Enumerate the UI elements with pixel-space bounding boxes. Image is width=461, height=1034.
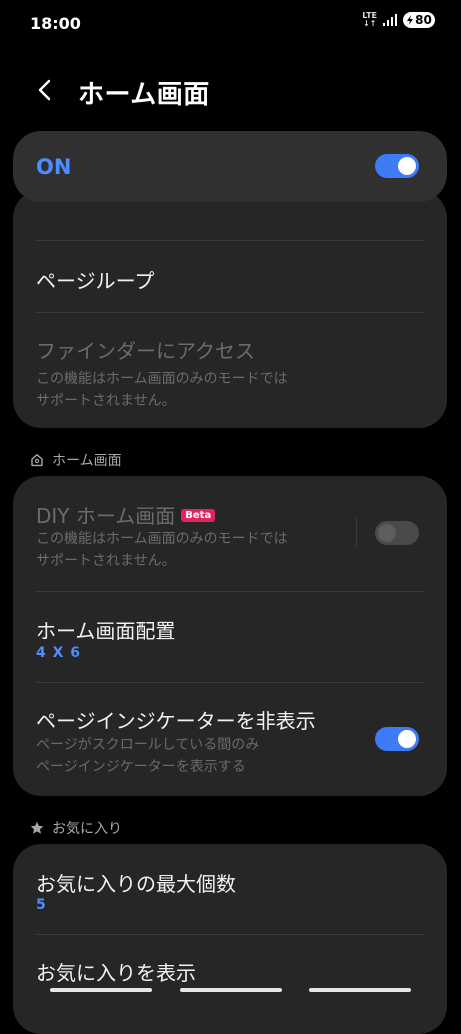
favorites-max-value: 5 bbox=[36, 897, 47, 913]
page-loop-title: ページループ bbox=[36, 269, 155, 293]
favorites-max-item[interactable]: お気に入りの最大個数 5 bbox=[13, 844, 447, 934]
nav-home-bar[interactable] bbox=[180, 988, 282, 992]
show-favorites-title: お気に入りを表示 bbox=[36, 961, 196, 985]
diy-home-subtitle: この機能はホーム画面のみのモードでは サポートされません。 bbox=[36, 531, 288, 569]
master-switch-bar[interactable]: ON bbox=[13, 131, 447, 202]
vertical-divider bbox=[356, 518, 357, 548]
star-icon bbox=[30, 821, 44, 834]
hide-page-indicator-item[interactable]: ページインジケーターを非表示 ページがスクロールしている間のみ ページインジケー… bbox=[13, 683, 447, 796]
finder-access-subtitle: この機能はホーム画面のみのモードでは サポートされません。 bbox=[36, 371, 288, 409]
section-header-favorites: お気に入り bbox=[30, 818, 122, 838]
show-favorites-item[interactable]: お気に入りを表示 bbox=[13, 935, 447, 1015]
home-grid-value: 4 X 6 bbox=[36, 645, 82, 661]
page-title: ホーム画面 bbox=[78, 80, 210, 110]
section-header-home: ホーム画面 bbox=[30, 450, 122, 470]
status-icons: LTE ↓↑ 80 bbox=[362, 12, 435, 28]
diy-home-title: DIY ホーム画面 Beta bbox=[36, 500, 216, 529]
back-button[interactable] bbox=[34, 78, 58, 102]
hide-page-indicator-title: ページインジケーターを非表示 bbox=[36, 709, 316, 733]
status-time: 18:00 bbox=[30, 14, 81, 33]
hide-page-indicator-toggle[interactable] bbox=[375, 727, 419, 751]
page-loop-item[interactable]: ページループ bbox=[13, 241, 447, 312]
home-grid-item[interactable]: ホーム画面配置 4 X 6 bbox=[13, 592, 447, 682]
signal-icon bbox=[383, 14, 397, 26]
diy-home-item: DIY ホーム画面 Beta この機能はホーム画面のみのモードでは サポートされま… bbox=[13, 476, 447, 591]
home-grid-title: ホーム画面配置 bbox=[36, 619, 176, 643]
settings-card-general: ページループ ファインダーにアクセス この機能はホーム画面のみのモードでは サポ… bbox=[13, 190, 447, 428]
chevron-left-icon bbox=[38, 79, 51, 101]
nav-back-bar[interactable] bbox=[309, 988, 411, 992]
settings-card-favorites: お気に入りの最大個数 5 お気に入りを表示 bbox=[13, 844, 447, 1034]
beta-badge: Beta bbox=[181, 509, 216, 522]
nav-recent-apps-bar[interactable] bbox=[50, 988, 152, 992]
master-switch-label: ON bbox=[36, 155, 72, 179]
master-toggle[interactable] bbox=[375, 154, 419, 178]
settings-card-home: DIY ホーム画面 Beta この機能はホーム画面のみのモードでは サポートされま… bbox=[13, 476, 447, 796]
hide-page-indicator-subtitle: ページがスクロールしている間のみ ページインジケーターを表示する bbox=[36, 737, 260, 775]
home-outline-icon bbox=[31, 454, 43, 467]
finder-access-title: ファインダーにアクセス bbox=[36, 339, 255, 363]
favorites-max-title: お気に入りの最大個数 bbox=[36, 872, 236, 896]
diy-home-toggle bbox=[375, 521, 419, 545]
battery-icon: 80 bbox=[403, 12, 435, 28]
lte-indicator: LTE ↓↑ bbox=[362, 11, 377, 28]
finder-access-item: ファインダーにアクセス この機能はホーム画面のみのモードでは サポートされません… bbox=[13, 313, 447, 428]
